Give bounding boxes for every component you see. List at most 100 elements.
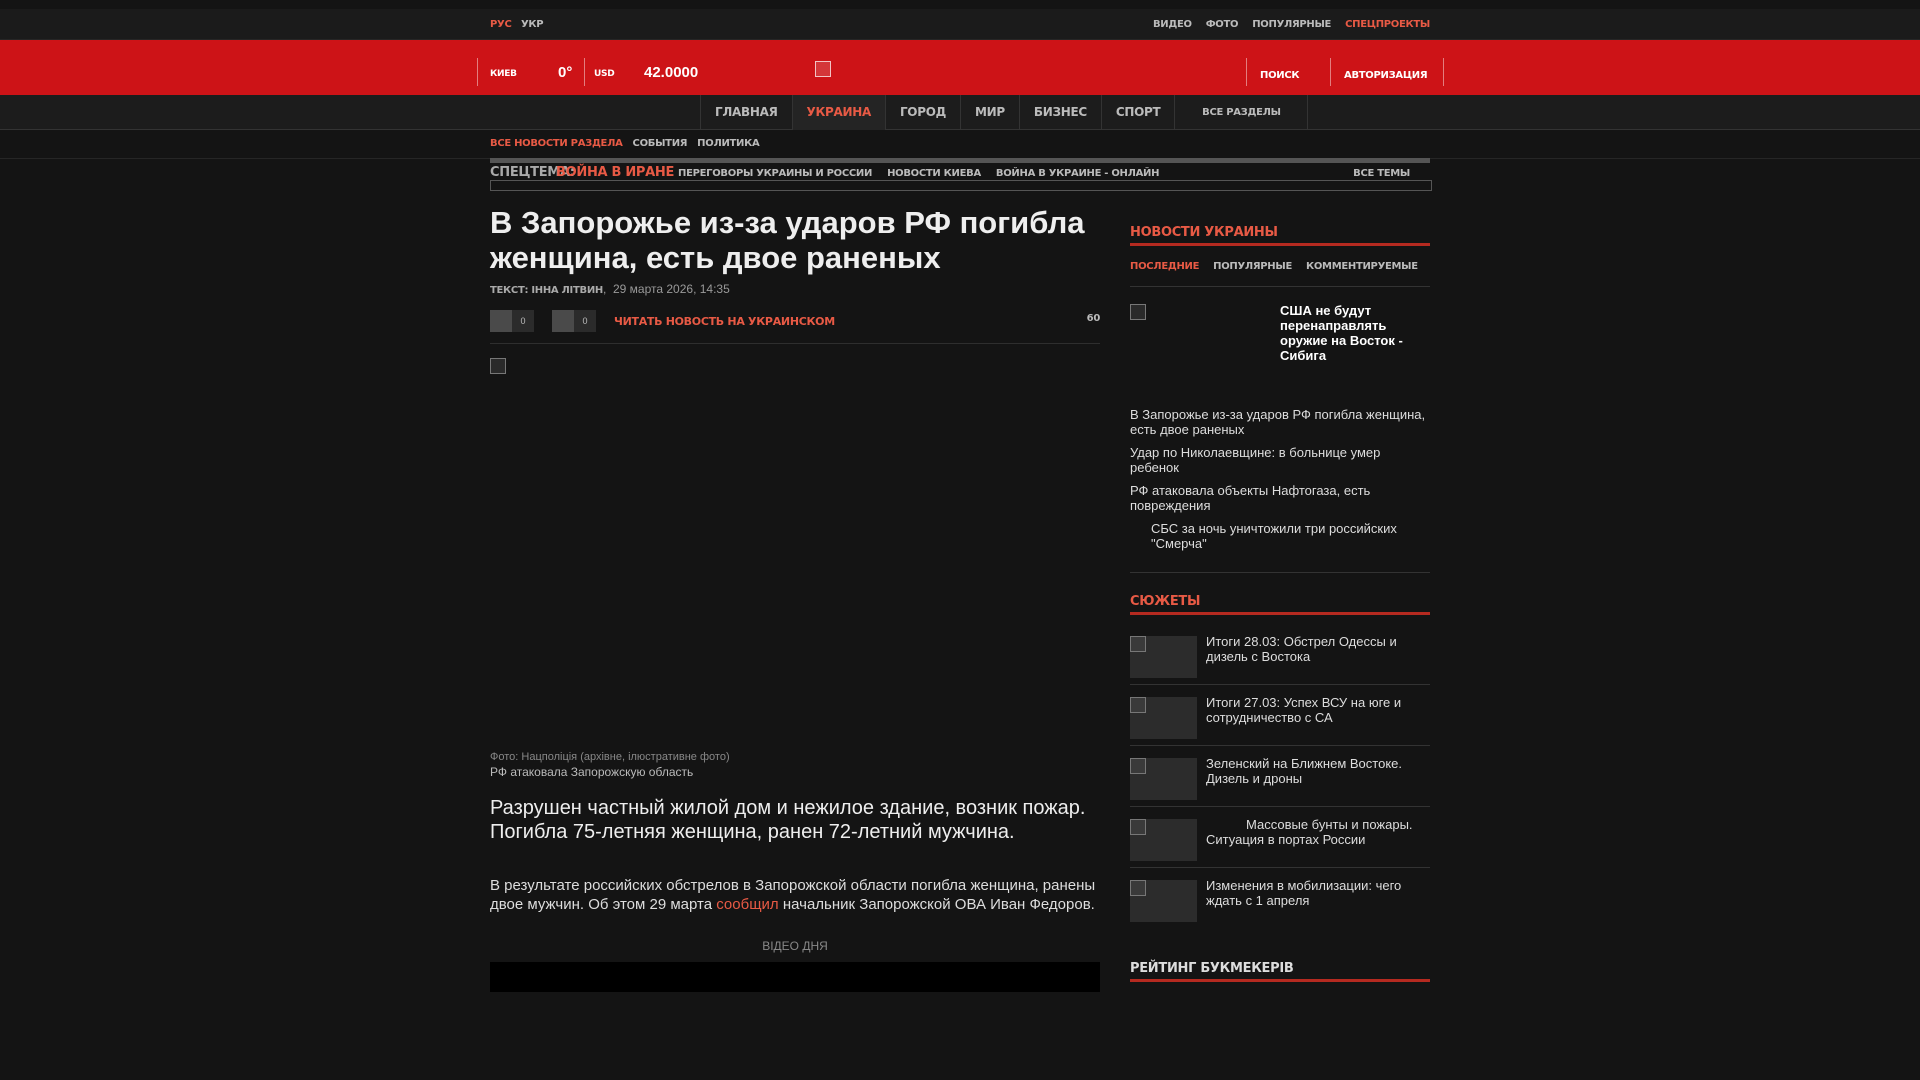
story-item[interactable]: Зеленский на Ближнем Востоке. Дизель и д…	[1130, 746, 1430, 807]
top-strip: РУС УКР ВИДЕО ФОТО ПОПУЛЯРНЫЕ СПЕЦПРОЕКТ…	[0, 9, 1920, 40]
special-topics-frame	[490, 180, 1432, 191]
video-of-day-label: ВІДЕО ДНЯ	[762, 939, 828, 953]
featured-news[interactable]: США не будут перенаправлять оружие на Во…	[1130, 300, 1430, 400]
article-hero-image	[490, 358, 1100, 748]
weather-city[interactable]: КИЕВ	[490, 69, 517, 79]
broken-image-icon	[1130, 880, 1146, 896]
top-nav-popular[interactable]: ПОПУЛЯРНЫЕ	[1252, 19, 1331, 30]
top-nav-photo[interactable]: ФОТО	[1206, 19, 1239, 30]
article-title: В Запорожье из-за ударов РФ погибла женщ…	[490, 205, 1085, 275]
sidebar-news-heading[interactable]: НОВОСТИ УКРАИНЫ	[1130, 220, 1430, 246]
article-lead: Разрушен частный жилой дом и нежилое зда…	[490, 797, 1086, 843]
broken-image-icon	[1130, 636, 1146, 652]
broken-image-icon	[1130, 758, 1146, 774]
sidebar-rating: РЕЙТИНГ БУКМЕКЕРІВ	[1130, 956, 1430, 982]
featured-news-thumbnail[interactable]	[1130, 304, 1270, 390]
currency-code[interactable]: USD	[594, 69, 615, 79]
sidebar-rating-heading[interactable]: РЕЙТИНГ БУКМЕКЕРІВ	[1130, 956, 1430, 982]
sidebar-news-tabs: ПОСЛЕДНИЕ ПОПУЛЯРНЫЕ КОММЕНТИРУЕМЫЕ	[1130, 261, 1430, 287]
story-item[interactable]: Итоги 28.03: Обстрел Одессы и дизель с В…	[1130, 624, 1430, 685]
search-button[interactable]: ПОИСК	[1260, 70, 1300, 81]
article-author[interactable]: ТЕКСТ: ІННА ЛІТВИН	[490, 285, 603, 296]
story-title[interactable]: Массовые бунты и пожары. Ситуация в порт…	[1206, 817, 1430, 847]
article-byline: ТЕКСТ: ІННА ЛІТВИН, 29 марта 2026, 14:35	[490, 282, 730, 296]
story-thumbnail[interactable]	[1130, 819, 1197, 861]
news-item[interactable]: Удар по Николаевщине: в больнице умер ре…	[1130, 445, 1430, 475]
tab-popular[interactable]: ПОПУЛЯРНЫЕ	[1213, 261, 1292, 286]
story-thumbnail[interactable]	[1130, 880, 1197, 922]
header-divider	[1246, 58, 1247, 86]
photo-caption: РФ атаковала Запорожскую область	[490, 765, 694, 779]
top-nav: ВИДЕО ФОТО ПОПУЛЯРНЫЕ СПЕЦПРОЕКТЫ	[1153, 19, 1430, 30]
header-divider	[477, 58, 478, 86]
photo-credit: Фото: Нацполіція (архівне, ілюстративне …	[490, 751, 730, 763]
topic-link[interactable]: НОВОСТИ КИЕВА	[887, 168, 981, 179]
share-count: 0	[512, 310, 534, 332]
story-title[interactable]: Итоги 28.03: Обстрел Одессы и дизель с В…	[1206, 634, 1430, 664]
article-date: 29 марта 2026, 14:35	[612, 282, 730, 296]
news-item[interactable]: В Запорожье из-за ударов РФ погибла женщ…	[1130, 407, 1430, 437]
site-logo[interactable]	[815, 61, 831, 77]
video-player[interactable]	[490, 962, 1100, 992]
story-thumbnail[interactable]	[1130, 636, 1197, 678]
story-thumbnail[interactable]	[1130, 758, 1197, 800]
header-divider	[1443, 58, 1444, 86]
read-in-ukrainian-link[interactable]: ЧИТАТЬ НОВОСТЬ НА УКРАИНСКОМ	[614, 315, 835, 328]
broken-image-icon	[1130, 819, 1146, 835]
subnav-events[interactable]: СОБЫТИЯ	[633, 138, 688, 149]
topic-link[interactable]: ВОЙНА В УКРАИНЕ - ОНЛАЙН	[996, 168, 1160, 179]
header-bar: КИЕВ 0° USD 42.0000 ПОИСК АВТОРИЗАЦИЯ	[0, 40, 1920, 95]
special-topics-line	[490, 158, 1430, 163]
story-item[interactable]: Итоги 27.03: Успех ВСУ на юге и сотрудни…	[1130, 685, 1430, 746]
story-title[interactable]: Зеленский на Ближнем Востоке. Дизель и д…	[1206, 756, 1430, 786]
nav-world[interactable]: МИР	[960, 95, 1019, 130]
header-divider	[1330, 58, 1331, 86]
story-item[interactable]: Массовые бунты и пожары. Ситуация в порт…	[1130, 807, 1430, 868]
subnav-politics[interactable]: ПОЛИТИКА	[697, 138, 760, 149]
lang-ru-link[interactable]: РУС	[490, 19, 512, 30]
share-facebook-button[interactable]	[490, 310, 512, 332]
tab-latest[interactable]: ПОСЛЕДНИЕ	[1130, 261, 1199, 286]
story-thumbnail[interactable]	[1130, 697, 1197, 739]
special-topic-hot-link[interactable]: ВОЙНА В ИРАНЕ	[556, 165, 674, 180]
broken-image-icon	[490, 358, 506, 374]
news-item[interactable]: СБС за ночь уничтожили три российских "С…	[1130, 521, 1430, 551]
sidebar-stories-heading[interactable]: СЮЖЕТЫ	[1130, 589, 1430, 615]
sidebar-news-list: В Запорожье из-за ударов РФ погибла женщ…	[1130, 407, 1430, 573]
story-title[interactable]: Изменения в мобилизации: чего ждать с 1 …	[1206, 878, 1430, 908]
topic-link[interactable]: ПЕРЕГОВОРЫ УКРАИНЫ И РОССИИ	[678, 168, 872, 179]
header-divider	[584, 58, 585, 86]
lang-ua-link[interactable]: УКР	[521, 19, 544, 30]
featured-news-title[interactable]: США не будут перенаправлять оружие на Во…	[1280, 303, 1430, 363]
nav-business[interactable]: БИЗНЕС	[1018, 95, 1101, 130]
subnav-all-news[interactable]: ВСЕ НОВОСТИ РАЗДЕЛА	[490, 138, 623, 149]
broken-image-icon	[1130, 304, 1146, 320]
special-topics-bar: СПЕЦТЕМА: ВОЙНА В ИРАНЕ ПЕРЕГОВОРЫ УКРАИ…	[490, 158, 1432, 193]
nav-city[interactable]: ГОРОД	[884, 95, 960, 130]
nav-home[interactable]: ГЛАВНАЯ	[700, 95, 792, 130]
login-button[interactable]: АВТОРИЗАЦИЯ	[1344, 70, 1428, 81]
share-count: 0	[574, 310, 596, 332]
currency-rate: 42.0000	[644, 64, 699, 81]
story-item[interactable]: Изменения в мобилизации: чего ждать с 1 …	[1130, 868, 1430, 929]
sidebar-stories: СЮЖЕТЫ	[1130, 589, 1430, 615]
nav-ukraine[interactable]: УКРАИНА	[791, 95, 885, 130]
news-item[interactable]: РФ атаковала объекты Нафтогаза, есть пов…	[1130, 483, 1430, 513]
share-telegram-button[interactable]	[552, 310, 574, 332]
top-nav-specprojects[interactable]: СПЕЦПРОЕКТЫ	[1345, 19, 1430, 30]
story-title[interactable]: Итоги 27.03: Успех ВСУ на юге и сотрудни…	[1206, 695, 1430, 725]
view-count: 60	[1086, 313, 1101, 324]
special-topic-links: ПЕРЕГОВОРЫ УКРАИНЫ И РОССИИ НОВОСТИ КИЕВ…	[678, 168, 1159, 179]
nav-all-sections[interactable]: ВСЕ РАЗДЕЛЫ	[1174, 95, 1309, 130]
source-link[interactable]: сообщил	[716, 896, 778, 913]
weather-temp: 0°	[558, 64, 573, 81]
nav-sport[interactable]: СПОРТ	[1100, 95, 1175, 130]
all-topics-link[interactable]: ВСЕ ТЕМЫ	[1353, 168, 1410, 179]
section-subnav: ВСЕ НОВОСТИ РАЗДЕЛА СОБЫТИЯ ПОЛИТИКА	[490, 138, 760, 149]
tab-commented[interactable]: КОММЕНТИРУЕМЫЕ	[1306, 261, 1418, 286]
main-nav: ГЛАВНАЯ УКРАИНА ГОРОД МИР БИЗНЕС СПОРТ В…	[0, 95, 1920, 130]
broken-image-icon	[1130, 697, 1146, 713]
sidebar-news: НОВОСТИ УКРАИНЫ	[1130, 220, 1430, 246]
top-nav-video[interactable]: ВИДЕО	[1153, 19, 1192, 30]
share-row: 0 0 ЧИТАТЬ НОВОСТЬ НА УКРАИНСКОМ 60	[490, 310, 1100, 344]
